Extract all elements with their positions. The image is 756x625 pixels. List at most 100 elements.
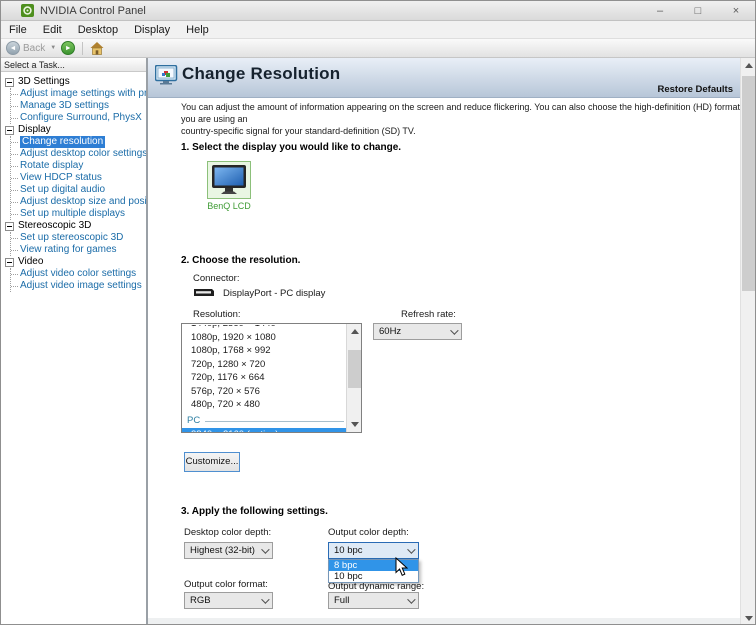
menu-bar: File Edit Desktop Display Help <box>1 21 755 39</box>
chevron-down-icon <box>261 545 269 553</box>
sidebar-item-rotate-display[interactable]: Rotate display <box>11 160 146 172</box>
menu-help[interactable]: Help <box>178 24 217 36</box>
mouse-cursor <box>395 557 408 577</box>
sidebar-item-label: Rotate display <box>20 160 83 172</box>
resolution-item[interactable]: 720p, 1176 × 664 <box>182 371 346 384</box>
resolution-group-pc: PC <box>182 414 346 427</box>
displayport-icon <box>193 288 215 297</box>
output-color-depth-label: Output color depth: <box>328 527 409 538</box>
menu-display[interactable]: Display <box>126 24 178 36</box>
sidebar-item-configure-surround-physx[interactable]: Configure Surround, PhysX <box>11 112 146 124</box>
sidebar-group-video[interactable]: Video <box>3 256 146 268</box>
restore-defaults-link[interactable]: Restore Defaults <box>658 84 734 95</box>
sidebar-group-stereoscopic-3d[interactable]: Stereoscopic 3D <box>3 220 146 232</box>
sidebar-item-label: Configure Surround, PhysX <box>20 112 142 124</box>
sidebar-group-display[interactable]: Display <box>3 124 146 136</box>
page-title: Change Resolution <box>182 64 340 84</box>
sidebar-group-3d-settings[interactable]: 3D Settings <box>3 76 146 88</box>
scroll-up-icon[interactable] <box>741 58 755 73</box>
title-bar: NVIDIA Control Panel – □ × <box>1 1 755 21</box>
collapse-icon[interactable] <box>5 258 14 267</box>
group-label: Display <box>18 124 51 136</box>
sidebar-item-adjust-desktop-color[interactable]: Adjust desktop color settings <box>11 148 146 160</box>
close-button[interactable]: × <box>717 1 755 21</box>
scroll-up-icon[interactable] <box>347 324 362 339</box>
group-label: Stereoscopic 3D <box>18 220 91 232</box>
scroll-down-icon[interactable] <box>347 417 362 432</box>
sidebar-item-view-hdcp-status[interactable]: View HDCP status <box>11 172 146 184</box>
chevron-down-icon <box>407 545 415 553</box>
nvidia-logo-icon <box>21 4 34 17</box>
forward-icon[interactable]: ► <box>61 41 75 55</box>
chevron-down-icon <box>261 595 269 603</box>
page-description: You can adjust the amount of information… <box>181 101 755 137</box>
monitor-icon <box>211 164 247 196</box>
sidebar-item-set-up-digital-audio[interactable]: Set up digital audio <box>11 184 146 196</box>
menu-desktop[interactable]: Desktop <box>70 24 126 36</box>
resolution-item-clipped[interactable]: 1440p, 2560 × 1440 <box>182 325 346 331</box>
group-label: Video <box>18 256 43 268</box>
collapse-icon[interactable] <box>5 78 14 87</box>
home-icon[interactable] <box>90 42 104 55</box>
page-header-band: Change Resolution Restore Defaults <box>148 58 740 98</box>
step3-heading: 3. Apply the following settings. <box>181 506 328 517</box>
sidebar-item-label: Manage 3D settings <box>20 100 109 112</box>
back-icon[interactable]: ◄ <box>6 41 20 55</box>
sidebar-item-adjust-video-color[interactable]: Adjust video color settings <box>11 268 146 280</box>
refresh-rate-select[interactable]: 60Hz <box>373 323 462 340</box>
sidebar-item-label: Adjust image settings with preview <box>20 88 146 100</box>
customize-button[interactable]: Customize... <box>184 452 240 472</box>
desktop-color-depth-select[interactable]: Highest (32-bit) <box>184 542 273 559</box>
chevron-down-icon <box>407 595 415 603</box>
maximize-button[interactable]: □ <box>679 1 717 21</box>
output-color-format-label: Output color format: <box>184 579 268 590</box>
sidebar-item-set-up-multiple-displays[interactable]: Set up multiple displays <box>11 208 146 220</box>
resolution-item[interactable]: 720p, 1280 × 720 <box>182 358 346 371</box>
resolution-item[interactable]: 480p, 720 × 480 <box>182 398 346 411</box>
description-line-1: You can adjust the amount of information… <box>181 101 755 125</box>
resolution-item[interactable]: 1080p, 1920 × 1080 <box>182 331 346 344</box>
sidebar-item-adjust-desktop-size[interactable]: Adjust desktop size and position <box>11 196 146 208</box>
resolution-item[interactable]: 1080p, 1768 × 992 <box>182 344 346 357</box>
navigation-toolbar: ◄ Back ▼ ► <box>1 39 755 58</box>
selected-display-box[interactable] <box>207 161 251 199</box>
sidebar-item-label: View HDCP status <box>20 172 102 184</box>
sidebar-item-view-rating-for-games[interactable]: View rating for games <box>11 244 146 256</box>
output-dynamic-range-select[interactable]: Full <box>328 592 419 609</box>
connector-label: Connector: <box>193 273 239 284</box>
refresh-rate-label: Refresh rate: <box>401 309 456 320</box>
sidebar-item-label: Adjust video color settings <box>20 268 136 280</box>
back-button-label[interactable]: Back <box>23 43 45 54</box>
menu-file[interactable]: File <box>1 24 35 36</box>
scroll-down-icon[interactable] <box>741 611 755 625</box>
sidebar-item-adjust-image-settings[interactable]: Adjust image settings with preview <box>11 88 146 100</box>
display-name-label: BenQ LCD <box>201 201 257 211</box>
content-scrollbar[interactable] <box>740 58 755 625</box>
menu-edit[interactable]: Edit <box>35 24 70 36</box>
back-history-chevron-icon[interactable]: ▼ <box>48 45 58 51</box>
step1-heading: 1. Select the display you would like to … <box>181 142 401 153</box>
resolution-item[interactable]: 576p, 720 × 576 <box>182 385 346 398</box>
output-color-format-select[interactable]: RGB <box>184 592 273 609</box>
sidebar-item-label: View rating for games <box>20 244 117 256</box>
resolution-label: Resolution: <box>193 309 241 320</box>
chevron-down-icon <box>450 326 458 334</box>
main-content: Change Resolution Restore Defaults You c… <box>148 58 755 625</box>
sidebar-item-set-up-stereoscopic-3d[interactable]: Set up stereoscopic 3D <box>11 232 146 244</box>
resolution-list-scrollbar[interactable] <box>346 324 361 432</box>
resolution-item-selected[interactable]: 3840 × 2160 (native) <box>182 428 346 432</box>
sidebar-item-label: Set up stereoscopic 3D <box>20 232 123 244</box>
minimize-button[interactable]: – <box>641 1 679 21</box>
resolution-listbox[interactable]: 1440p, 2560 × 1440 1080p, 1920 × 1080 10… <box>181 323 362 433</box>
sidebar-item-change-resolution[interactable]: Change resolution <box>11 136 146 148</box>
collapse-icon[interactable] <box>5 222 14 231</box>
display-tile-benq[interactable]: BenQ LCD <box>201 161 257 211</box>
collapse-icon[interactable] <box>5 126 14 135</box>
sidebar-item-manage-3d-settings[interactable]: Manage 3D settings <box>11 100 146 112</box>
connector-value: DisplayPort - PC display <box>223 288 325 299</box>
scrollbar-thumb[interactable] <box>348 350 361 388</box>
sidebar-item-adjust-video-image[interactable]: Adjust video image settings <box>11 280 146 292</box>
desktop-color-depth-label: Desktop color depth: <box>184 527 271 538</box>
content-bottom-strip <box>148 618 740 625</box>
scrollbar-thumb[interactable] <box>742 76 755 291</box>
